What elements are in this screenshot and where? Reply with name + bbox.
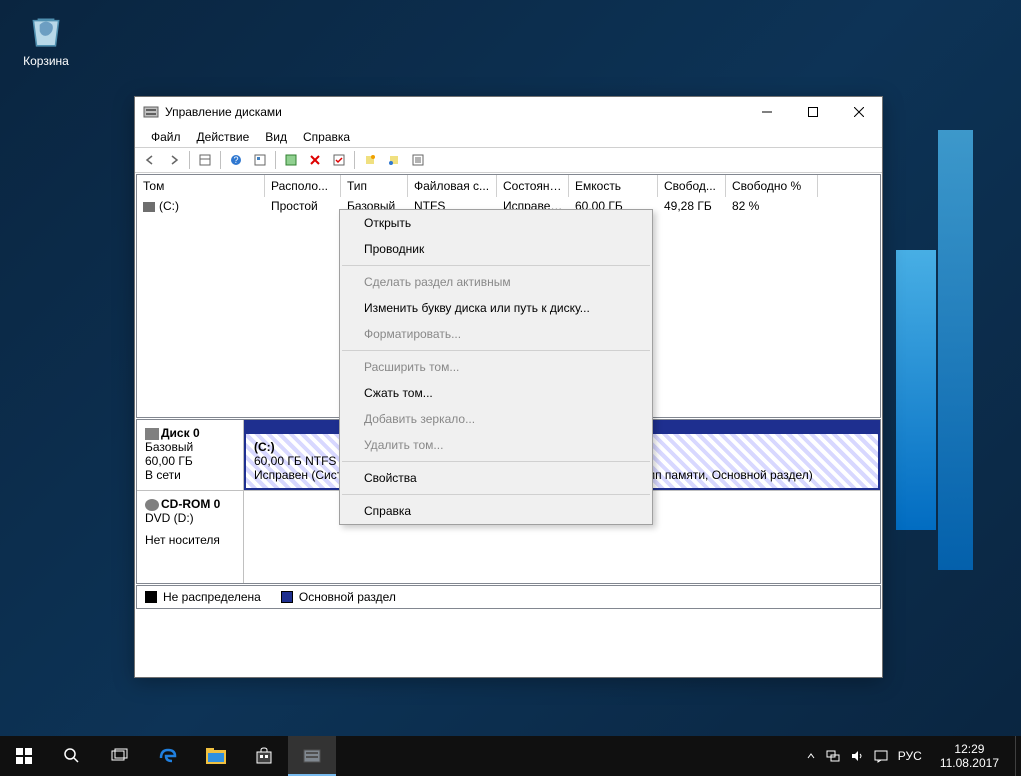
window-title: Управление дисками xyxy=(165,105,282,119)
cdrom-icon xyxy=(145,499,159,511)
properties-button[interactable] xyxy=(407,149,429,171)
cdrom-name: CD-ROM 0 xyxy=(161,497,220,511)
col-capacity[interactable]: Емкость xyxy=(569,175,658,197)
menu-action[interactable]: Действие xyxy=(189,128,258,146)
disk0-type: Базовый xyxy=(145,440,235,454)
forward-button[interactable] xyxy=(163,149,185,171)
menubar: Файл Действие Вид Справка xyxy=(135,127,882,147)
vol-label: (C:) xyxy=(254,440,275,454)
recycle-bin-icon xyxy=(25,8,67,50)
disk0-size: 60,00 ГБ xyxy=(145,454,235,468)
store-button[interactable] xyxy=(240,736,288,776)
cdrom-state: Нет носителя xyxy=(145,533,235,547)
taskbar: РУС 12:29 11.08.2017 xyxy=(0,736,1021,776)
tray-language[interactable]: РУС xyxy=(898,749,922,763)
show-hide-button[interactable] xyxy=(194,149,216,171)
disk-icon xyxy=(145,428,159,440)
toolbar: ? xyxy=(135,147,882,173)
edge-button[interactable] xyxy=(144,736,192,776)
settings-button[interactable] xyxy=(249,149,271,171)
delete-button[interactable] xyxy=(304,149,326,171)
col-freepct[interactable]: Свободно % xyxy=(726,175,818,197)
windows-accent-stripe xyxy=(938,130,973,570)
cell-layout: Простой xyxy=(265,197,341,215)
start-button[interactable] xyxy=(0,736,48,776)
cell-freepct: 82 % xyxy=(726,197,818,215)
menu-view[interactable]: Вид xyxy=(257,128,295,146)
legend: Не распределена Основной раздел xyxy=(136,585,881,609)
ctx-open[interactable]: Открыть xyxy=(340,210,652,236)
table-header: Том Располо... Тип Файловая с... Состоян… xyxy=(137,175,880,197)
titlebar[interactable]: Управление дисками xyxy=(135,97,882,127)
show-desktop-button[interactable] xyxy=(1015,736,1021,776)
col-type[interactable]: Тип xyxy=(341,175,408,197)
recycle-bin-label: Корзина xyxy=(12,54,80,68)
disk0-state: В сети xyxy=(145,468,235,482)
tray-chevron-icon[interactable] xyxy=(806,751,816,761)
cdrom-label[interactable]: CD-ROM 0 DVD (D:) Нет носителя xyxy=(137,491,244,583)
ctx-delete: Удалить том... xyxy=(340,432,652,458)
col-free[interactable]: Свобод... xyxy=(658,175,726,197)
ctx-make-active: Сделать раздел активным xyxy=(340,269,652,295)
system-tray: РУС 12:29 11.08.2017 xyxy=(798,742,1015,771)
windows-accent-stripe xyxy=(896,250,936,530)
legend-primary: Основной раздел xyxy=(299,590,396,604)
ctx-help[interactable]: Справка xyxy=(340,498,652,524)
col-status[interactable]: Состояние xyxy=(497,175,569,197)
disk-mgmt-taskbar-button[interactable] xyxy=(288,736,336,776)
tray-date: 11.08.2017 xyxy=(940,756,999,770)
ctx-extend: Расширить том... xyxy=(340,354,652,380)
col-layout[interactable]: Располо... xyxy=(265,175,341,197)
cdrom-type: DVD (D:) xyxy=(145,511,235,525)
explorer-button[interactable] xyxy=(192,736,240,776)
help-button[interactable]: ? xyxy=(225,149,247,171)
ctx-properties[interactable]: Свойства xyxy=(340,465,652,491)
legend-unallocated: Не распределена xyxy=(163,590,261,604)
disk0-name: Диск 0 xyxy=(161,426,200,440)
app-icon xyxy=(143,104,159,120)
disk0-label[interactable]: Диск 0 Базовый 60,00 ГБ В сети xyxy=(137,420,244,490)
ctx-mirror: Добавить зеркало... xyxy=(340,406,652,432)
tray-volume-icon[interactable] xyxy=(850,749,864,763)
legend-unallocated-swatch xyxy=(145,591,157,603)
ctx-change-letter[interactable]: Изменить букву диска или путь к диску... xyxy=(340,295,652,321)
context-menu: Открыть Проводник Сделать раздел активны… xyxy=(339,209,653,525)
back-button[interactable] xyxy=(139,149,161,171)
recycle-bin-desktop-icon[interactable]: Корзина xyxy=(12,8,80,68)
drive-icon xyxy=(143,202,155,212)
minimize-button[interactable] xyxy=(744,97,790,127)
tray-clock[interactable]: 12:29 11.08.2017 xyxy=(932,742,1007,771)
check-button[interactable] xyxy=(328,149,350,171)
task-view-button[interactable] xyxy=(96,736,144,776)
menu-file[interactable]: Файл xyxy=(143,128,189,146)
cell-free: 49,28 ГБ xyxy=(658,197,726,215)
list-button[interactable] xyxy=(383,149,405,171)
maximize-button[interactable] xyxy=(790,97,836,127)
cell-volume: (C:) xyxy=(159,199,179,213)
refresh-button[interactable] xyxy=(280,149,302,171)
col-fs[interactable]: Файловая с... xyxy=(408,175,497,197)
ctx-explorer[interactable]: Проводник xyxy=(340,236,652,262)
svg-text:?: ? xyxy=(233,155,238,165)
new-button[interactable] xyxy=(359,149,381,171)
ctx-format: Форматировать... xyxy=(340,321,652,347)
legend-primary-swatch xyxy=(281,591,293,603)
menu-help[interactable]: Справка xyxy=(295,128,358,146)
search-button[interactable] xyxy=(48,736,96,776)
col-volume[interactable]: Том xyxy=(137,175,265,197)
ctx-shrink[interactable]: Сжать том... xyxy=(340,380,652,406)
close-button[interactable] xyxy=(836,97,882,127)
tray-messages-icon[interactable] xyxy=(874,749,888,763)
tray-network-icon[interactable] xyxy=(826,749,840,763)
tray-time: 12:29 xyxy=(940,742,999,756)
